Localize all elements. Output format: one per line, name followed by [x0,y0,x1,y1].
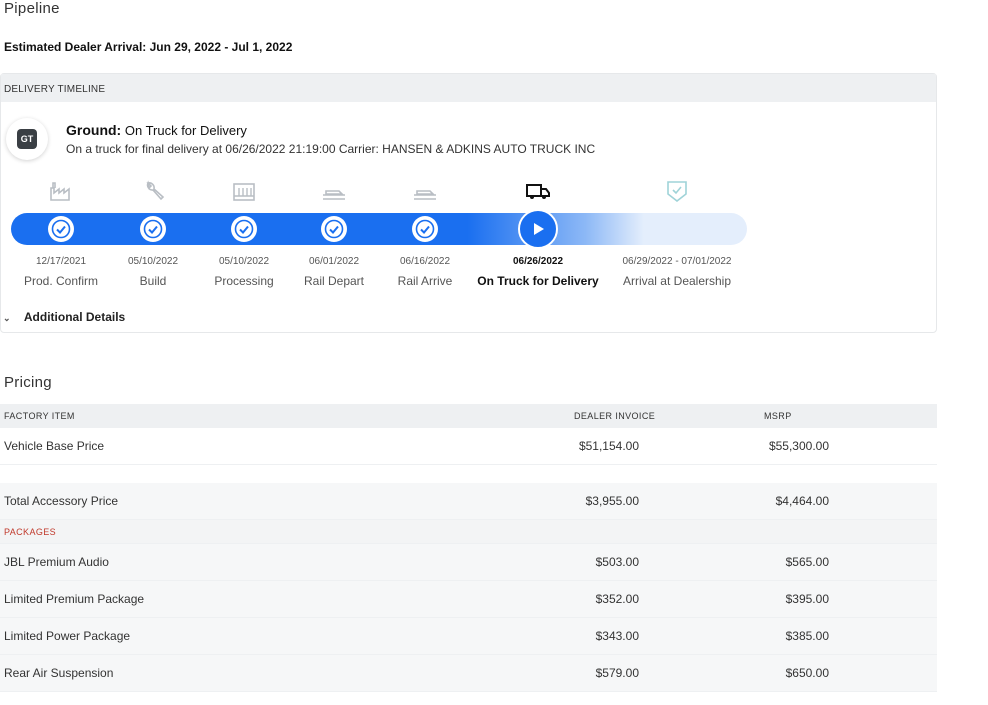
transport-badge: GT [6,118,48,160]
pipeline-title: Pipeline [4,0,60,17]
table-row: Total Accessory Price $3,955.00 $4,464.0… [0,483,937,520]
item-msrp: $4,464.00 [775,494,829,508]
item-invoice: $343.00 [595,629,639,643]
item-msrp: $395.00 [785,592,829,606]
stage-label: Arrival at Dealership [622,274,732,288]
additional-details-label: Additional Details [23,310,126,324]
factory-icon [48,180,74,202]
col-dealer-invoice: DEALER INVOICE [574,410,656,421]
delivery-timeline-card: DELIVERY TIMELINE GT Ground: On Truck fo… [0,73,937,333]
ground-description: On a truck for final delivery at 06/26/2… [66,142,596,156]
item-invoice: $503.00 [595,555,639,569]
ground-status-line: Ground: On Truck for Delivery [66,122,247,138]
ground-label: Ground: [66,122,122,138]
item-invoice: $579.00 [595,666,639,680]
processing-icon [231,180,257,202]
ground-status: On Truck for Delivery [124,123,247,138]
shield-check-icon [664,180,690,203]
rail-icon [412,180,438,202]
pricing-title: Pricing [4,374,52,391]
estimated-dealer-arrival: Estimated Dealer Arrival: Jun 29, 2022 -… [4,40,293,54]
pricing-table: FACTORY ITEM DEALER INVOICE MSRP Vehicle… [0,404,937,692]
item-name: Total Accessory Price [4,494,119,508]
table-row: Limited Premium Package $352.00 $395.00 [0,581,937,618]
item-invoice: $51,154.00 [578,439,639,453]
check-icon [412,216,438,242]
truck-icon [525,180,551,202]
item-msrp: $385.00 [785,629,829,643]
item-msrp: $650.00 [785,666,829,680]
item-msrp: $55,300.00 [768,439,829,453]
item-invoice: $3,955.00 [585,494,639,508]
gt-icon: GT [17,129,37,149]
progress-track [11,213,747,245]
item-invoice: $352.00 [595,592,639,606]
item-name: Rear Air Suspension [4,666,114,680]
table-row: Limited Power Package $343.00 $385.00 [0,618,937,655]
item-name: Vehicle Base Price [4,439,105,453]
check-icon [321,216,347,242]
stage-date: 06/29/2022 - 07/01/2022 [622,256,732,267]
table-row: Vehicle Base Price $51,154.00 $55,300.00 [0,428,937,465]
item-msrp: $565.00 [785,555,829,569]
delivery-timeline-header: DELIVERY TIMELINE [1,74,936,102]
packages-label: PACKAGES [4,526,57,537]
col-msrp: MSRP [764,410,792,421]
check-icon [231,216,257,242]
item-name: Limited Power Package [4,629,131,643]
stage-label: On Truck for Delivery [477,274,599,288]
additional-details-toggle[interactable]: ⌄ Additional Details [1,310,125,324]
wrench-icon [140,180,166,202]
table-row: Rear Air Suspension $579.00 $650.00 [0,655,937,692]
check-icon [48,216,74,242]
stage-date: 06/16/2022 [399,256,451,267]
item-name: Limited Premium Package [4,592,145,606]
check-icon [140,216,166,242]
row-spacer [0,465,937,483]
rail-icon [321,180,347,202]
chevron-down-icon: ⌄ [3,313,11,323]
item-name: JBL Premium Audio [4,555,109,569]
packages-header-row: PACKAGES [0,520,937,544]
play-icon [518,209,558,249]
col-factory-item: FACTORY ITEM [4,410,75,421]
stage-date: 06/26/2022 [512,256,564,267]
table-row: JBL Premium Audio $503.00 $565.00 [0,544,937,581]
pricing-header-row: FACTORY ITEM DEALER INVOICE MSRP [0,404,937,428]
